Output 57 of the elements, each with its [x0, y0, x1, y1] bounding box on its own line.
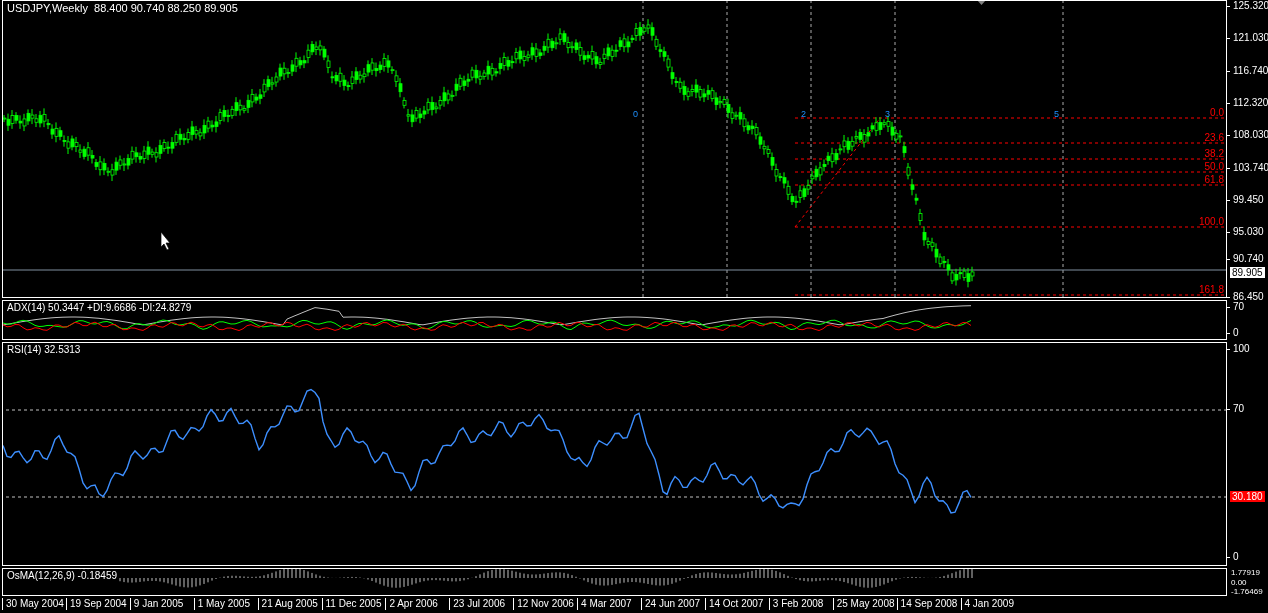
fibonacci-level-label: 50.0: [1204, 162, 1224, 172]
wave-label: 0: [633, 110, 638, 119]
wave-label: 2: [801, 110, 806, 119]
wave-label: 5: [1054, 110, 1059, 119]
current-value-tag: 89.905: [1230, 267, 1265, 278]
date-label: 30 May 2004: [2, 598, 64, 610]
axis-label: 90.740: [1232, 254, 1264, 264]
axis-label: 70: [1232, 404, 1245, 414]
axis-label: 108.030: [1232, 130, 1268, 141]
axis-label: 112.320: [1232, 97, 1268, 108]
date-label: 4 Mar 2007: [577, 598, 632, 610]
axis-label: 0.00: [1231, 577, 1248, 587]
wave-label: 3: [885, 110, 890, 119]
date-label: 3 Feb 2008: [768, 598, 824, 610]
axis-label: -1.76469: [1231, 587, 1264, 596]
fibonacci-level-label: 61.8: [1204, 175, 1224, 185]
date-label: 25 May 2008: [832, 598, 895, 610]
fibonacci-level-label: 38.2: [1204, 149, 1224, 159]
indicator-label: OsMA(12,26,9) -0.18459: [7, 570, 118, 581]
date-label: 24 Jun 2007: [641, 598, 701, 610]
date-label: 9 Jan 2005: [129, 598, 184, 610]
axis-label: 100: [1232, 344, 1250, 354]
fibonacci-level-label: 100.0: [1198, 217, 1224, 227]
date-label: 14 Oct 2007: [704, 598, 764, 610]
axis-label: 116.740: [1232, 65, 1268, 76]
fibonacci-level-label: 161.8: [1198, 285, 1224, 295]
date-label: 2 Apr 2006: [385, 598, 438, 610]
indicator-label: ADX(14) 50.3447 +DI:9.6686 -DI:24.8279: [7, 302, 192, 313]
axis-label: 86.450: [1232, 291, 1264, 302]
axis-label: 99.450: [1232, 194, 1264, 205]
date-label: 4 Jan 2009: [960, 598, 1014, 610]
chart-title: USDJPY,Weekly 88.400 90.740 88.250 89.905: [7, 2, 238, 14]
axis-label: 0: [1232, 552, 1239, 562]
date-label: 11 Dec 2005: [321, 598, 382, 610]
adx-panel[interactable]: ADX(14) 50.3447 +DI:9.6686 -DI:24.8279: [2, 300, 1227, 340]
date-label: 19 Sep 2004: [65, 598, 127, 610]
cursor-icon: [160, 231, 171, 251]
axis-label: 70: [1232, 302, 1245, 312]
price-chart[interactable]: USDJPY,Weekly 88.400 90.740 88.250 89.905 0.0 23.6 38.2 50.0 61.8 100.0 161.8 0 2 3 5: [2, 0, 1227, 298]
fibonacci-level-label: 23.6: [1204, 133, 1224, 143]
osma-panel[interactable]: OsMA(12,26,9) -0.18459: [2, 568, 1227, 596]
indicator-label: RSI(14) 32.5313: [7, 344, 81, 355]
axis-label: 0: [1232, 328, 1239, 338]
axis-label: 121.030: [1232, 33, 1268, 44]
axis-label: 1.77919: [1231, 568, 1261, 577]
axis-label: 103.740: [1232, 162, 1268, 173]
date-label: 1 May 2005: [193, 598, 250, 610]
axis-label: 125.320: [1232, 1, 1268, 11]
current-value-tag: 30.180: [1230, 491, 1265, 502]
fibonacci-level-label: 0.0: [1210, 108, 1224, 118]
axis-label: 95.030: [1232, 227, 1264, 238]
date-label: 14 Sep 2008: [896, 598, 958, 610]
date-label: 12 Nov 2006: [513, 598, 574, 610]
rsi-panel[interactable]: RSI(14) 32.5313: [2, 342, 1227, 566]
shift-marker-icon[interactable]: [977, 1, 986, 5]
date-label: 23 Jul 2006: [449, 598, 505, 610]
date-label: 21 Aug 2005: [257, 598, 318, 610]
